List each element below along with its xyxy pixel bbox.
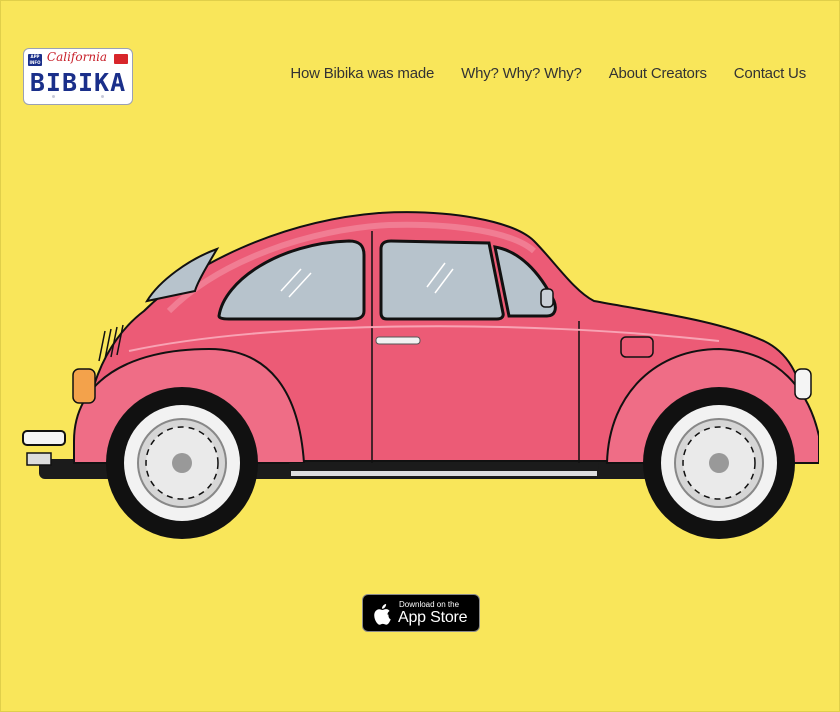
page: APP INFO California BIBIKA How Bibika wa… — [0, 0, 840, 712]
side-mirror — [540, 288, 554, 308]
plate-bolt — [101, 95, 104, 98]
rear-wheel — [106, 387, 258, 539]
plate-sticker — [114, 54, 128, 64]
logo-state: California — [46, 50, 108, 64]
front-wheel — [643, 387, 795, 539]
app-store-button[interactable]: Download on the App Store — [362, 594, 480, 632]
car-illustration — [22, 211, 819, 539]
nav-about-creators[interactable]: About Creators — [609, 65, 707, 82]
apple-icon — [374, 604, 391, 625]
rear-bumper — [22, 430, 66, 446]
headlight — [794, 368, 812, 400]
nav-how-made[interactable]: How Bibika was made — [290, 65, 434, 82]
tail-light — [72, 368, 96, 404]
app-store-big-text: App Store — [398, 609, 468, 626]
logo[interactable]: APP INFO California BIBIKA — [23, 48, 133, 105]
app-store-small-text: Download on the — [399, 600, 460, 609]
front-window — [379, 239, 505, 321]
exhaust — [26, 452, 52, 466]
main-nav: How Bibika was made Why? Why? Why? About… — [290, 65, 806, 82]
fuel-cap — [620, 336, 654, 358]
nav-why[interactable]: Why? Why? Why? — [461, 65, 582, 82]
logo-plate-text: BIBIKA — [29, 68, 127, 97]
running-board-trim — [291, 471, 597, 476]
nav-contact-us[interactable]: Contact Us — [734, 65, 806, 82]
door-handle — [375, 336, 421, 345]
plate-bolt — [52, 95, 55, 98]
app-info-badge: APP INFO — [28, 54, 42, 66]
